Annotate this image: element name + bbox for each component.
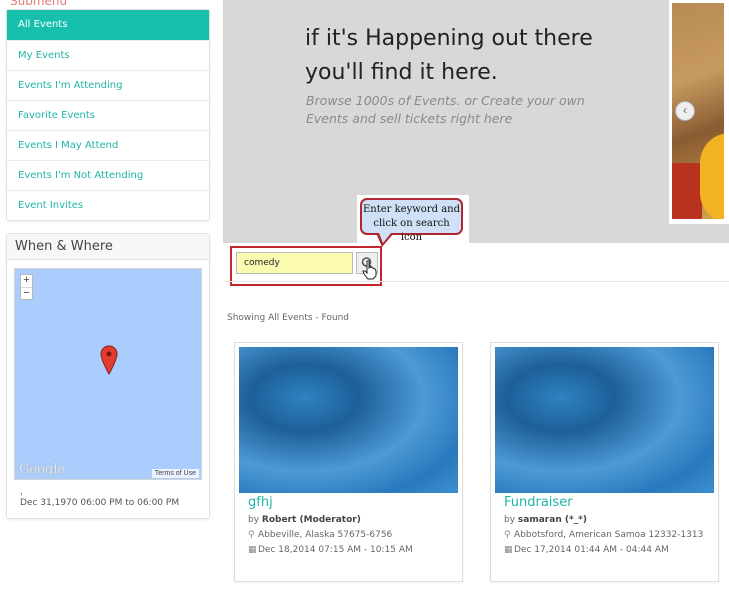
search-highlight-box [230, 246, 382, 286]
hero-subtitle-line1: Browse 1000s of Events. or Create your o… [306, 93, 585, 108]
callout-tail-inner [379, 233, 391, 243]
search-hint-callout: Enter keyword and click on search icon [360, 198, 463, 243]
hero-title: if it's Happening out there you'll find … [305, 22, 593, 90]
callout-line1: Enter keyword and [362, 204, 460, 215]
hero-banner: if it's Happening out there you'll find … [223, 0, 729, 243]
calendar-icon: ▦ [248, 545, 257, 555]
divider [223, 281, 729, 282]
menu-item-favorite[interactable]: Favorite Events [7, 100, 209, 130]
submenu-label: Submenu [10, 0, 68, 8]
by-prefix: by [248, 515, 260, 525]
by-prefix: by [504, 515, 516, 525]
organizer-name: samaran (*_*) [517, 515, 587, 525]
hero-subtitle-line2: Events and sell tickets right here [306, 111, 513, 126]
event-image[interactable] [239, 347, 458, 493]
map[interactable]: + − Google Terms of Use [14, 268, 202, 480]
event-date: Dec 18,2014 07:15 AM - 10:15 AM [258, 545, 413, 555]
event-title[interactable]: Fundraiser [504, 495, 573, 510]
event-location-line: ⚲ Abbotsford, American Samoa 12332-1313 [504, 530, 703, 540]
hero-title-line2: you'll find it here. [305, 60, 498, 85]
map-marker-icon[interactable] [100, 345, 118, 375]
map-pin-icon: ⚲ [504, 530, 511, 540]
event-date-line: ▦Dec 17,2014 01:44 AM - 04:44 AM [504, 545, 669, 555]
google-logo: Google [19, 462, 66, 477]
hero-title-line1: if it's Happening out there [305, 26, 593, 51]
results-status: Showing All Events - Found [227, 313, 350, 323]
carousel-prev-icon[interactable]: ‹ [675, 101, 695, 121]
event-title[interactable]: gfhj [248, 495, 273, 510]
hero-subtitle: Browse 1000s of Events. or Create your o… [306, 92, 585, 128]
calendar-icon: ▦ [504, 545, 513, 555]
event-card[interactable]: gfhj by Robert (Moderator) ⚲ Abbeville, A… [234, 342, 463, 582]
organizer-name: Robert (Moderator) [261, 515, 361, 525]
events-menu: All Events My Events Events I'm Attendin… [6, 9, 210, 221]
when-where-panel: When & Where + − Google Terms of Use , D… [6, 233, 210, 519]
event-date: Dec 17,2014 01:44 AM - 04:44 AM [514, 545, 669, 555]
event-location: Abbotsford, American Samoa 12332-1313 [514, 530, 704, 540]
event-image[interactable] [495, 347, 714, 493]
menu-item-attending[interactable]: Events I'm Attending [7, 70, 209, 100]
event-location: , [20, 486, 23, 497]
event-location: Abbeville, Alaska 57675-6756 [258, 530, 393, 540]
event-card[interactable]: Fundraiser by samaran (*_*) ⚲ Abbotsford,… [490, 342, 719, 582]
event-date: Dec 31,1970 06:00 PM to 06:00 PM [20, 498, 180, 508]
menu-item-may-attend[interactable]: Events I May Attend [7, 130, 209, 160]
zoom-out-button[interactable]: − [21, 287, 32, 299]
menu-item-all-events[interactable]: All Events [7, 10, 209, 40]
search-input[interactable] [236, 252, 353, 274]
map-pin-icon: ⚲ [248, 530, 255, 540]
event-organizer: by samaran (*_*) [504, 515, 587, 525]
event-location-line: ⚲ Abbeville, Alaska 57675-6756 [248, 530, 392, 540]
event-organizer: by Robert (Moderator) [248, 515, 361, 525]
menu-item-my-events[interactable]: My Events [7, 40, 209, 70]
zoom-in-button[interactable]: + [21, 275, 32, 287]
when-where-title: When & Where [7, 234, 209, 260]
cursor-hand-icon [362, 260, 377, 280]
menu-item-invites[interactable]: Event Invites [7, 190, 209, 220]
event-date-line: ▦Dec 18,2014 07:15 AM - 10:15 AM [248, 545, 413, 555]
menu-item-not-attending[interactable]: Events I'm Not Attending [7, 160, 209, 190]
terms-of-use-link[interactable]: Terms of Use [151, 469, 199, 478]
map-zoom-control: + − [20, 274, 33, 300]
